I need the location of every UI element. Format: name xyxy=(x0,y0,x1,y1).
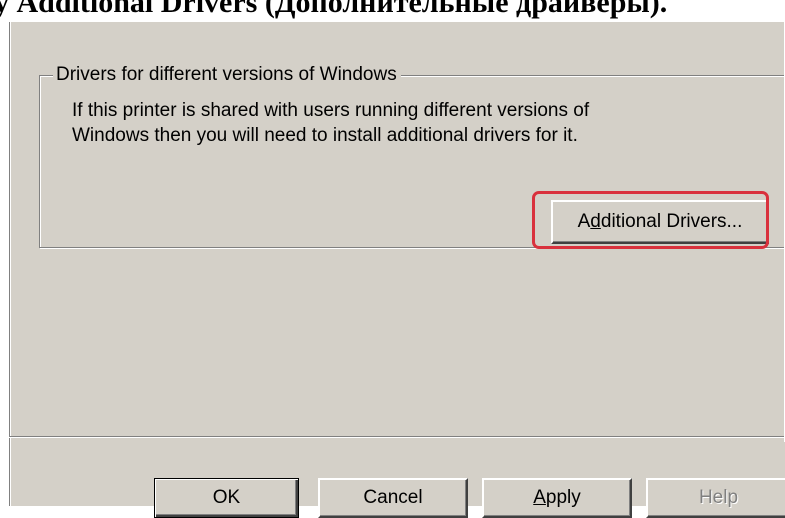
description-line-2: Windows then you will need to install ad… xyxy=(72,125,578,146)
apply-mnemonic: A xyxy=(533,487,546,508)
cancel-button[interactable]: Cancel xyxy=(318,478,468,518)
description-line-1: If this printer is shared with users run… xyxy=(72,100,590,121)
document-caption: у Additional Drivers (Дополнительные дра… xyxy=(0,0,785,20)
groupbox-description: If this printer is shared with users run… xyxy=(72,98,752,148)
additional-drivers-mnemonic: d xyxy=(590,211,601,232)
drivers-groupbox: Drivers for different versions of Window… xyxy=(39,64,785,249)
caption-prefix: у xyxy=(0,0,9,19)
additional-drivers-button[interactable]: Additional Drivers... xyxy=(551,200,769,244)
additional-drivers-label-start: A xyxy=(577,211,591,232)
apply-label-rest: pply xyxy=(545,487,581,508)
additional-drivers-label-end: ditional Drivers... xyxy=(600,211,743,232)
help-button[interactable]: Help xyxy=(646,478,785,518)
printer-properties-dialog: Drivers for different versions of Window… xyxy=(9,22,785,518)
apply-button[interactable]: Apply xyxy=(482,478,632,518)
groupbox-legend: Drivers for different versions of Window… xyxy=(53,64,401,86)
ok-button[interactable]: OK xyxy=(154,478,299,518)
panel-bottom-edge xyxy=(9,436,785,438)
caption-text: Additional Drivers (Дополнительные драйв… xyxy=(16,0,660,19)
caption-suffix: . xyxy=(659,0,668,19)
